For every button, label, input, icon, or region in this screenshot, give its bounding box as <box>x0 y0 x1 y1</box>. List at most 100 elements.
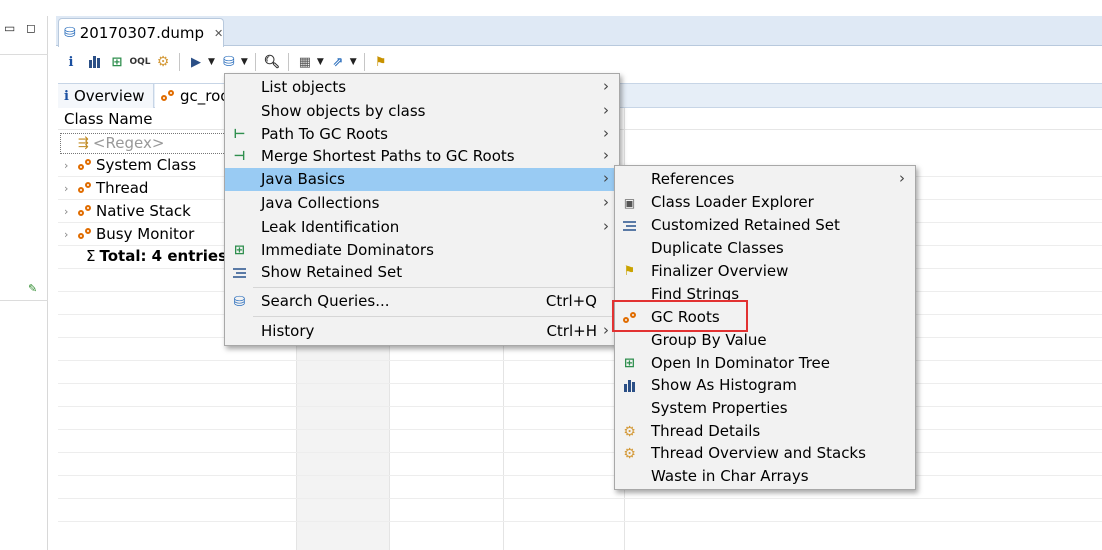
expand-icon[interactable]: › <box>64 182 78 195</box>
menu-item-history[interactable]: History Ctrl+H › <box>225 320 619 343</box>
column-header-class-name[interactable]: Class Name <box>64 110 152 128</box>
gc-roots-icon <box>161 90 175 102</box>
menu-separator <box>253 316 615 317</box>
table-row[interactable]: › System Class <box>58 154 196 176</box>
sum-icon: Σ <box>86 247 96 265</box>
thread-gear-icon: ⚙ <box>623 423 636 440</box>
submenu-item-open-in-dominator-tree[interactable]: ⊞ Open In Dominator Tree <box>615 352 915 375</box>
tab-gc-roots[interactable]: gc_roo <box>155 84 235 108</box>
gc-roots-icon <box>78 228 92 240</box>
submenu-item-thread-details[interactable]: ⚙ Thread Details <box>615 420 915 443</box>
menu-item-search-queries[interactable]: ⛁ Search Queries... Ctrl+Q <box>225 290 619 313</box>
row-label: Thread <box>96 179 149 197</box>
menu-item-java-basics[interactable]: Java Basics › <box>225 168 619 191</box>
submenu-item-customized-retained-set[interactable]: Customized Retained Set <box>615 214 915 237</box>
submenu-item-waste-in-char-arrays[interactable]: Waste in Char Arrays <box>615 465 915 488</box>
search-icon[interactable]: 🔍︎ <box>263 53 281 71</box>
dominator-tree-icon[interactable]: ⊞ <box>108 53 126 71</box>
menu-item-label: Show Retained Set <box>261 263 403 281</box>
row-divider <box>58 521 1102 522</box>
expand-icon[interactable]: › <box>64 159 78 172</box>
chevron-right-icon: › <box>603 124 609 142</box>
menu-item-label: Immediate Dominators <box>261 241 434 259</box>
menu-item-label: Java Collections <box>261 194 380 212</box>
submenu-item-class-loader-explorer[interactable]: ▣ Class Loader Explorer <box>615 191 915 214</box>
maximize-icon[interactable]: ◻ <box>26 22 36 34</box>
menu-item-java-collections[interactable]: Java Collections › <box>225 192 619 215</box>
submenu-item-duplicate-classes[interactable]: Duplicate Classes <box>615 237 915 260</box>
menu-item-label: System Properties <box>651 399 788 417</box>
row-divider <box>58 452 1102 453</box>
histogram-icon[interactable] <box>85 53 103 71</box>
submenu-item-show-as-histogram[interactable]: Show As Histogram <box>615 374 915 397</box>
retained-set-icon <box>231 264 248 281</box>
table-row[interactable]: › Thread <box>58 177 148 199</box>
menu-item-label: Leak Identification <box>261 218 400 236</box>
heap-dump-icon: ⛁ <box>64 25 76 41</box>
gc-roots-icon <box>78 159 92 171</box>
menu-item-label: Path To GC Roots <box>261 125 388 143</box>
dominator-tree-icon: ⊞ <box>624 356 635 371</box>
submenu-item-group-by-value[interactable]: Group By Value <box>615 329 915 352</box>
chevron-right-icon: › <box>603 193 609 211</box>
divider <box>0 54 48 55</box>
menu-item-label: Finalizer Overview <box>651 262 789 280</box>
tab-label: Overview <box>73 87 145 105</box>
compare-icon[interactable]: ⚑ <box>372 53 390 71</box>
table-row[interactable]: › Busy Monitor <box>58 223 194 245</box>
menu-item-show-retained-set[interactable]: Show Retained Set <box>225 261 619 284</box>
menu-item-label: Waste in Char Arrays <box>651 467 809 485</box>
submenu-item-thread-overview-and-stacks[interactable]: ⚙ Thread Overview and Stacks <box>615 442 915 465</box>
menu-item-label: Merge Shortest Paths to GC Roots <box>261 147 515 165</box>
submenu-item-system-properties[interactable]: System Properties <box>615 397 915 420</box>
toolbar-separator <box>254 53 256 71</box>
row-label: Native Stack <box>96 202 191 220</box>
editor-tab-dump[interactable]: ⛁ 20170307.dump ✕ <box>58 18 224 47</box>
regex-filter-row[interactable]: ⇶ <Regex> <box>78 132 164 154</box>
menu-item-show-objects-by-class[interactable]: Show objects by class › <box>225 100 619 123</box>
filter-icon: ⇶ <box>78 135 89 151</box>
table-row[interactable]: › Native Stack <box>58 200 191 222</box>
menu-item-label: Customized Retained Set <box>651 216 840 234</box>
expand-icon[interactable]: › <box>64 205 78 218</box>
menu-item-path-to-gc-roots[interactable]: ⊢ Path To GC Roots › <box>225 123 619 146</box>
chevron-down-icon[interactable]: ▼ <box>350 57 357 67</box>
menu-item-label: Group By Value <box>651 331 767 349</box>
expand-icon[interactable]: › <box>64 228 78 241</box>
submenu-item-finalizer-overview[interactable]: ⚑ Finalizer Overview <box>615 260 915 283</box>
editor-tab-title: 20170307.dump <box>79 24 205 42</box>
chevron-right-icon: › <box>603 146 609 164</box>
chevron-down-icon[interactable]: ▼ <box>241 57 248 67</box>
calculator-icon[interactable]: ▦ <box>296 53 314 71</box>
thread-gear-icon[interactable]: ⚙ <box>154 53 172 71</box>
editor-toolbar: i ⊞ OQL ⚙ ▶ ▼ ⛁ ▼ 🔍︎ ▦ ▼ ⇗ ▼ ⚑ <box>56 48 1102 76</box>
menu-item-merge-shortest-paths[interactable]: ⊣ Merge Shortest Paths to GC Roots › <box>225 145 619 168</box>
total-label: Total: 4 entries <box>99 247 228 265</box>
oql-icon[interactable]: OQL <box>129 53 150 71</box>
left-view-strip: ▭ ◻ ✎ <box>0 16 48 550</box>
minimize-icon[interactable]: ▭ <box>4 22 15 34</box>
chevron-down-icon[interactable]: ▼ <box>317 57 324 67</box>
gc-roots-icon <box>78 182 92 194</box>
chevron-right-icon: › <box>603 101 609 119</box>
chevron-down-icon[interactable]: ▼ <box>208 57 215 67</box>
retained-set-icon <box>621 217 638 234</box>
menu-item-label: History <box>261 322 315 340</box>
thread-gear-icon: ⚙ <box>623 445 636 462</box>
toolbar-separator <box>287 53 289 71</box>
row-divider <box>58 475 1102 476</box>
path-to-gc-roots-icon: ⊢ <box>233 127 246 142</box>
menu-item-label: Show As Histogram <box>651 376 797 394</box>
submenu-item-references[interactable]: References › <box>615 168 915 191</box>
run-report-icon[interactable]: ▶ <box>187 53 205 71</box>
tab-overview[interactable]: i Overview <box>58 84 154 108</box>
pin-icon[interactable]: ✎ <box>28 282 37 295</box>
menu-item-list-objects[interactable]: List objects › <box>225 76 619 99</box>
query-browser-icon[interactable]: ⛁ <box>220 53 238 71</box>
menu-item-leak-identification[interactable]: Leak Identification › <box>225 216 619 239</box>
overview-info-icon[interactable]: i <box>62 53 80 71</box>
menu-item-immediate-dominators[interactable]: ⊞ Immediate Dominators <box>225 239 619 262</box>
close-icon[interactable]: ✕ <box>214 27 223 40</box>
export-icon[interactable]: ⇗ <box>329 53 347 71</box>
editor-tab-bar: ⛁ 20170307.dump ✕ <box>56 16 1102 47</box>
